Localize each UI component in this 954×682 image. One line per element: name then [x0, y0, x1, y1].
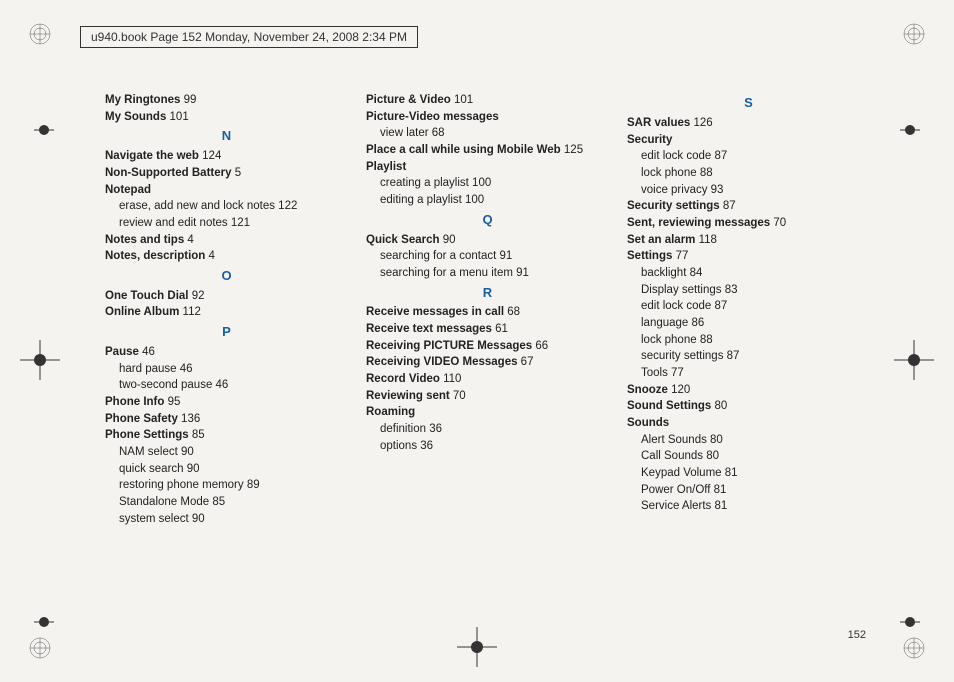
- index-entry: Security settings 87: [627, 198, 870, 215]
- registration-mark-icon: [24, 602, 64, 642]
- index-subentry: Keypad Volume 81: [627, 465, 870, 482]
- index-subentry: quick search 90: [105, 461, 348, 478]
- index-entry: Receiving PICTURE Messages 66: [366, 338, 609, 355]
- index-entry: Place a call while using Mobile Web 125: [366, 142, 609, 159]
- index-entry: Notes, description 4: [105, 248, 348, 265]
- index-subentry: system select 90: [105, 511, 348, 528]
- index-letter-heading: N: [105, 127, 348, 146]
- index-subentry: definition 36: [366, 421, 609, 438]
- index-subentry: creating a playlist 100: [366, 175, 609, 192]
- index-subentry: Call Sounds 80: [627, 448, 870, 465]
- index-subentry: language 86: [627, 315, 870, 332]
- registration-mark-icon: [457, 627, 497, 667]
- index-entry: Playlist: [366, 159, 609, 176]
- registration-mark-icon: [890, 602, 930, 642]
- index-entry: Settings 77: [627, 248, 870, 265]
- index-letter-heading: P: [105, 323, 348, 342]
- index-subentry: erase, add new and lock notes 122: [105, 198, 348, 215]
- index-subentry: edit lock code 87: [627, 298, 870, 315]
- index-entry: SAR values 126: [627, 115, 870, 132]
- index-letter-heading: O: [105, 267, 348, 286]
- index-entry: My Sounds 101: [105, 109, 348, 126]
- index-subentry: restoring phone memory 89: [105, 477, 348, 494]
- index-entry: Navigate the web 124: [105, 148, 348, 165]
- index-page-content: My Ringtones 99My Sounds 101N Navigate th…: [105, 92, 870, 527]
- index-entry: Set an alarm 118: [627, 232, 870, 249]
- index-subentry: two-second pause 46: [105, 377, 348, 394]
- index-entry: Notes and tips 4: [105, 232, 348, 249]
- index-entry: Roaming: [366, 404, 609, 421]
- index-subentry: Standalone Mode 85: [105, 494, 348, 511]
- index-subentry: backlight 84: [627, 265, 870, 282]
- index-entry: One Touch Dial 92: [105, 288, 348, 305]
- crop-mark-icon: [902, 22, 926, 46]
- index-entry: Pause 46: [105, 344, 348, 361]
- index-subentry: lock phone 88: [627, 165, 870, 182]
- index-column-3: SSAR values 126Securityedit lock code 87…: [627, 92, 870, 527]
- index-subentry: Power On/Off 81: [627, 482, 870, 499]
- index-subentry: lock phone 88: [627, 332, 870, 349]
- index-subentry: Service Alerts 81: [627, 498, 870, 515]
- index-entry: Picture & Video 101: [366, 92, 609, 109]
- index-entry: Quick Search 90: [366, 232, 609, 249]
- registration-mark-icon: [890, 110, 930, 150]
- doc-header: u940.book Page 152 Monday, November 24, …: [80, 26, 418, 48]
- index-entry: Receiving VIDEO Messages 67: [366, 354, 609, 371]
- index-entry: Phone Settings 85: [105, 427, 348, 444]
- index-entry: Receive text messages 61: [366, 321, 609, 338]
- index-entry: Reviewing sent 70: [366, 388, 609, 405]
- index-entry: Receive messages in call 68: [366, 304, 609, 321]
- index-subentry: searching for a contact 91: [366, 248, 609, 265]
- index-subentry: searching for a menu item 91: [366, 265, 609, 282]
- index-subentry: security settings 87: [627, 348, 870, 365]
- index-column-2: Picture & Video 101Picture-Video message…: [366, 92, 609, 527]
- index-letter-heading: S: [627, 94, 870, 113]
- registration-mark-icon: [24, 110, 64, 150]
- index-subentry: hard pause 46: [105, 361, 348, 378]
- index-entry: Sound Settings 80: [627, 398, 870, 415]
- registration-mark-icon: [20, 340, 60, 380]
- index-letter-heading: R: [366, 284, 609, 303]
- index-entry: Record Video 110: [366, 371, 609, 388]
- crop-mark-icon: [28, 22, 52, 46]
- index-subentry: Tools 77: [627, 365, 870, 382]
- index-entry: Phone Info 95: [105, 394, 348, 411]
- index-subentry: voice privacy 93: [627, 182, 870, 199]
- index-entry: Online Album 112: [105, 304, 348, 321]
- index-subentry: options 36: [366, 438, 609, 455]
- registration-mark-icon: [894, 340, 934, 380]
- index-subentry: editing a playlist 100: [366, 192, 609, 209]
- index-entry: Sounds: [627, 415, 870, 432]
- index-subentry: edit lock code 87: [627, 148, 870, 165]
- index-subentry: NAM select 90: [105, 444, 348, 461]
- index-subentry: Alert Sounds 80: [627, 432, 870, 449]
- index-entry: My Ringtones 99: [105, 92, 348, 109]
- index-entry: Picture-Video messages: [366, 109, 609, 126]
- index-entry: Snooze 120: [627, 382, 870, 399]
- index-column-1: My Ringtones 99My Sounds 101N Navigate th…: [105, 92, 348, 527]
- index-subentry: view later 68: [366, 125, 609, 142]
- index-entry: Notepad: [105, 182, 348, 199]
- index-subentry: Display settings 83: [627, 282, 870, 299]
- index-entry: Non-Supported Battery 5: [105, 165, 348, 182]
- index-letter-heading: Q: [366, 211, 609, 230]
- page-number: 152: [848, 629, 866, 641]
- index-subentry: review and edit notes 121: [105, 215, 348, 232]
- index-entry: Phone Safety 136: [105, 411, 348, 428]
- index-entry: Sent, reviewing messages 70: [627, 215, 870, 232]
- index-entry: Security: [627, 132, 870, 149]
